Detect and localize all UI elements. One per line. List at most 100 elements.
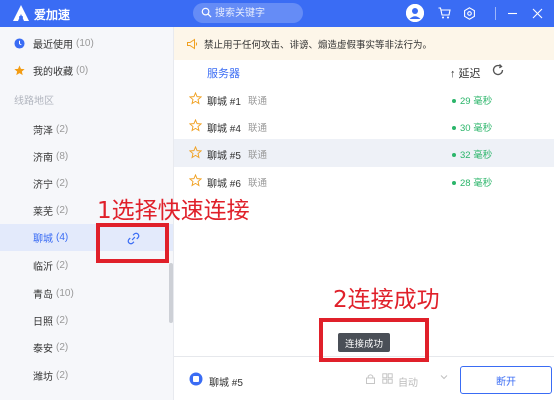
sidebar-item-count: (2)	[56, 260, 69, 271]
current-server-name: 聊城 #5	[209, 378, 243, 389]
column-header-server[interactable]: 服务器	[207, 65, 240, 81]
clock-icon	[14, 38, 25, 49]
sidebar-item-count: (2)	[56, 342, 69, 353]
sidebar-item-count: (2)	[56, 205, 69, 216]
latency-value: 28 毫秒	[460, 178, 493, 189]
sidebar-item-label: 临沂	[33, 262, 53, 273]
favorite-star-icon[interactable]	[189, 119, 202, 132]
server-status-icon	[189, 372, 203, 386]
latency-value: 32 毫秒	[460, 150, 493, 161]
latency-dot-icon	[452, 153, 456, 158]
sidebar-item-label: 潍坊	[33, 372, 53, 383]
favorite-star-icon[interactable]	[189, 92, 202, 105]
latency-value: 30 毫秒	[460, 123, 493, 134]
column-header-latency[interactable]: ↑ 延迟	[450, 65, 481, 81]
sidebar-item-label: 最近使用	[33, 40, 73, 51]
minimize-icon	[507, 12, 517, 14]
megaphone-icon	[187, 38, 198, 49]
close-button[interactable]	[528, 4, 546, 22]
server-name: 聊城 #4	[207, 124, 241, 135]
sidebar-item-city[interactable]: 济南 (8)	[0, 143, 173, 170]
annotation-step1-box	[96, 223, 169, 263]
annotation-step2-box	[319, 318, 429, 362]
section-label-regions: 线路地区	[14, 96, 54, 107]
sidebar-item-city[interactable]: 济宁 (2)	[0, 170, 173, 197]
server-isp: 联通	[248, 150, 268, 161]
sidebar-item-count: (10)	[56, 288, 74, 299]
notice-banner: 禁止用于任何攻击、诽谤、煽造虚假事实等非法行为。	[174, 27, 554, 60]
sidebar-item-label: 莱芜	[33, 207, 53, 218]
sidebar-item-count: (2)	[56, 178, 69, 189]
server-name: 聊城 #6	[207, 179, 241, 190]
server-latency: 29 毫秒	[452, 93, 492, 107]
sidebar-item-count: (8)	[56, 151, 69, 162]
server-row[interactable]: 聊城 #6 联通 28 毫秒	[174, 167, 554, 195]
latency-dot-icon	[452, 99, 456, 104]
settings-button[interactable]	[460, 4, 478, 22]
server-latency: 30 毫秒	[452, 120, 492, 134]
sidebar-scrollbar[interactable]	[169, 263, 173, 323]
disconnect-button[interactable]: 断开	[460, 366, 552, 394]
grid-icon[interactable]	[382, 373, 393, 384]
sidebar-item-label: 青岛	[33, 290, 53, 301]
cart-button[interactable]	[435, 4, 453, 22]
minimize-button[interactable]	[503, 4, 521, 22]
latency-dot-icon	[452, 181, 456, 186]
latency-value: 29 毫秒	[460, 96, 493, 107]
server-isp: 联通	[248, 123, 268, 134]
sidebar-item-count: (2)	[56, 124, 69, 135]
sidebar-item-label: 泰安	[33, 344, 53, 355]
sidebar-item-count: (10)	[76, 38, 94, 49]
favorite-star-icon[interactable]	[189, 146, 202, 159]
sidebar-item-label: 菏泽	[33, 126, 53, 137]
sidebar-item-count: (2)	[56, 370, 69, 381]
server-isp: 联通	[248, 178, 268, 189]
latency-dot-icon	[452, 126, 456, 131]
title-bar: 爱加速	[0, 0, 554, 27]
search-box[interactable]	[193, 3, 303, 23]
server-latency: 28 毫秒	[452, 175, 492, 189]
titlebar-divider	[495, 7, 496, 20]
annotation-step1-text: 1选择快速连接	[97, 198, 250, 224]
lock-icon[interactable]	[365, 373, 376, 384]
sidebar-item-count: (2)	[56, 315, 69, 326]
sidebar-item-favorites[interactable]: 我的收藏 (0)	[0, 57, 173, 84]
favorite-star-icon[interactable]	[189, 174, 202, 187]
sidebar-item-label: 济宁	[33, 180, 53, 191]
bottom-bar: 聊城 #5 自动 断开	[174, 356, 554, 400]
gear-icon	[463, 6, 475, 20]
server-row[interactable]: 聊城 #1 联通 29 毫秒	[174, 85, 554, 113]
sidebar-item-count: (0)	[76, 65, 89, 76]
server-row-selected[interactable]: 聊城 #5 联通 32 毫秒	[174, 139, 554, 167]
sidebar-item-label: 济南	[33, 153, 53, 164]
sidebar-item-city[interactable]: 日照 (2)	[0, 307, 173, 334]
mode-select[interactable]: 自动	[398, 374, 418, 389]
search-input[interactable]	[215, 5, 299, 21]
cart-icon	[438, 7, 451, 19]
chevron-down-icon[interactable]	[440, 373, 448, 381]
sidebar-item-city[interactable]: 潍坊 (2)	[0, 362, 173, 389]
sidebar-item-city[interactable]: 青岛 (10)	[0, 280, 173, 307]
sidebar-item-recent[interactable]: 最近使用 (10)	[0, 30, 173, 57]
annotation-step2-text: 2连接成功	[333, 287, 440, 313]
server-isp: 联通	[248, 96, 268, 107]
sidebar-item-label: 聊城	[33, 234, 53, 245]
user-avatar[interactable]	[406, 4, 424, 22]
server-row[interactable]: 聊城 #4 联通 30 毫秒	[174, 112, 554, 140]
search-icon	[201, 7, 212, 18]
notice-text: 禁止用于任何攻击、诽谤、煽造虚假事实等非法行为。	[204, 39, 433, 51]
star-icon	[14, 65, 25, 76]
server-name: 聊城 #5	[207, 151, 241, 162]
server-latency: 32 毫秒	[452, 147, 492, 161]
sidebar-item-label: 我的收藏	[33, 67, 73, 78]
sidebar-item-count: (4)	[56, 232, 69, 243]
sidebar-item-city[interactable]: 菏泽 (2)	[0, 116, 173, 143]
sidebar-item-city[interactable]: 泰安 (2)	[0, 334, 173, 361]
app-title: 爱加速	[34, 8, 71, 22]
refresh-icon[interactable]	[491, 63, 505, 77]
app-logo-icon	[13, 5, 29, 21]
sidebar-item-label: 日照	[33, 317, 53, 328]
server-name: 聊城 #1	[207, 97, 241, 108]
close-icon	[532, 8, 542, 18]
user-icon	[406, 4, 424, 22]
